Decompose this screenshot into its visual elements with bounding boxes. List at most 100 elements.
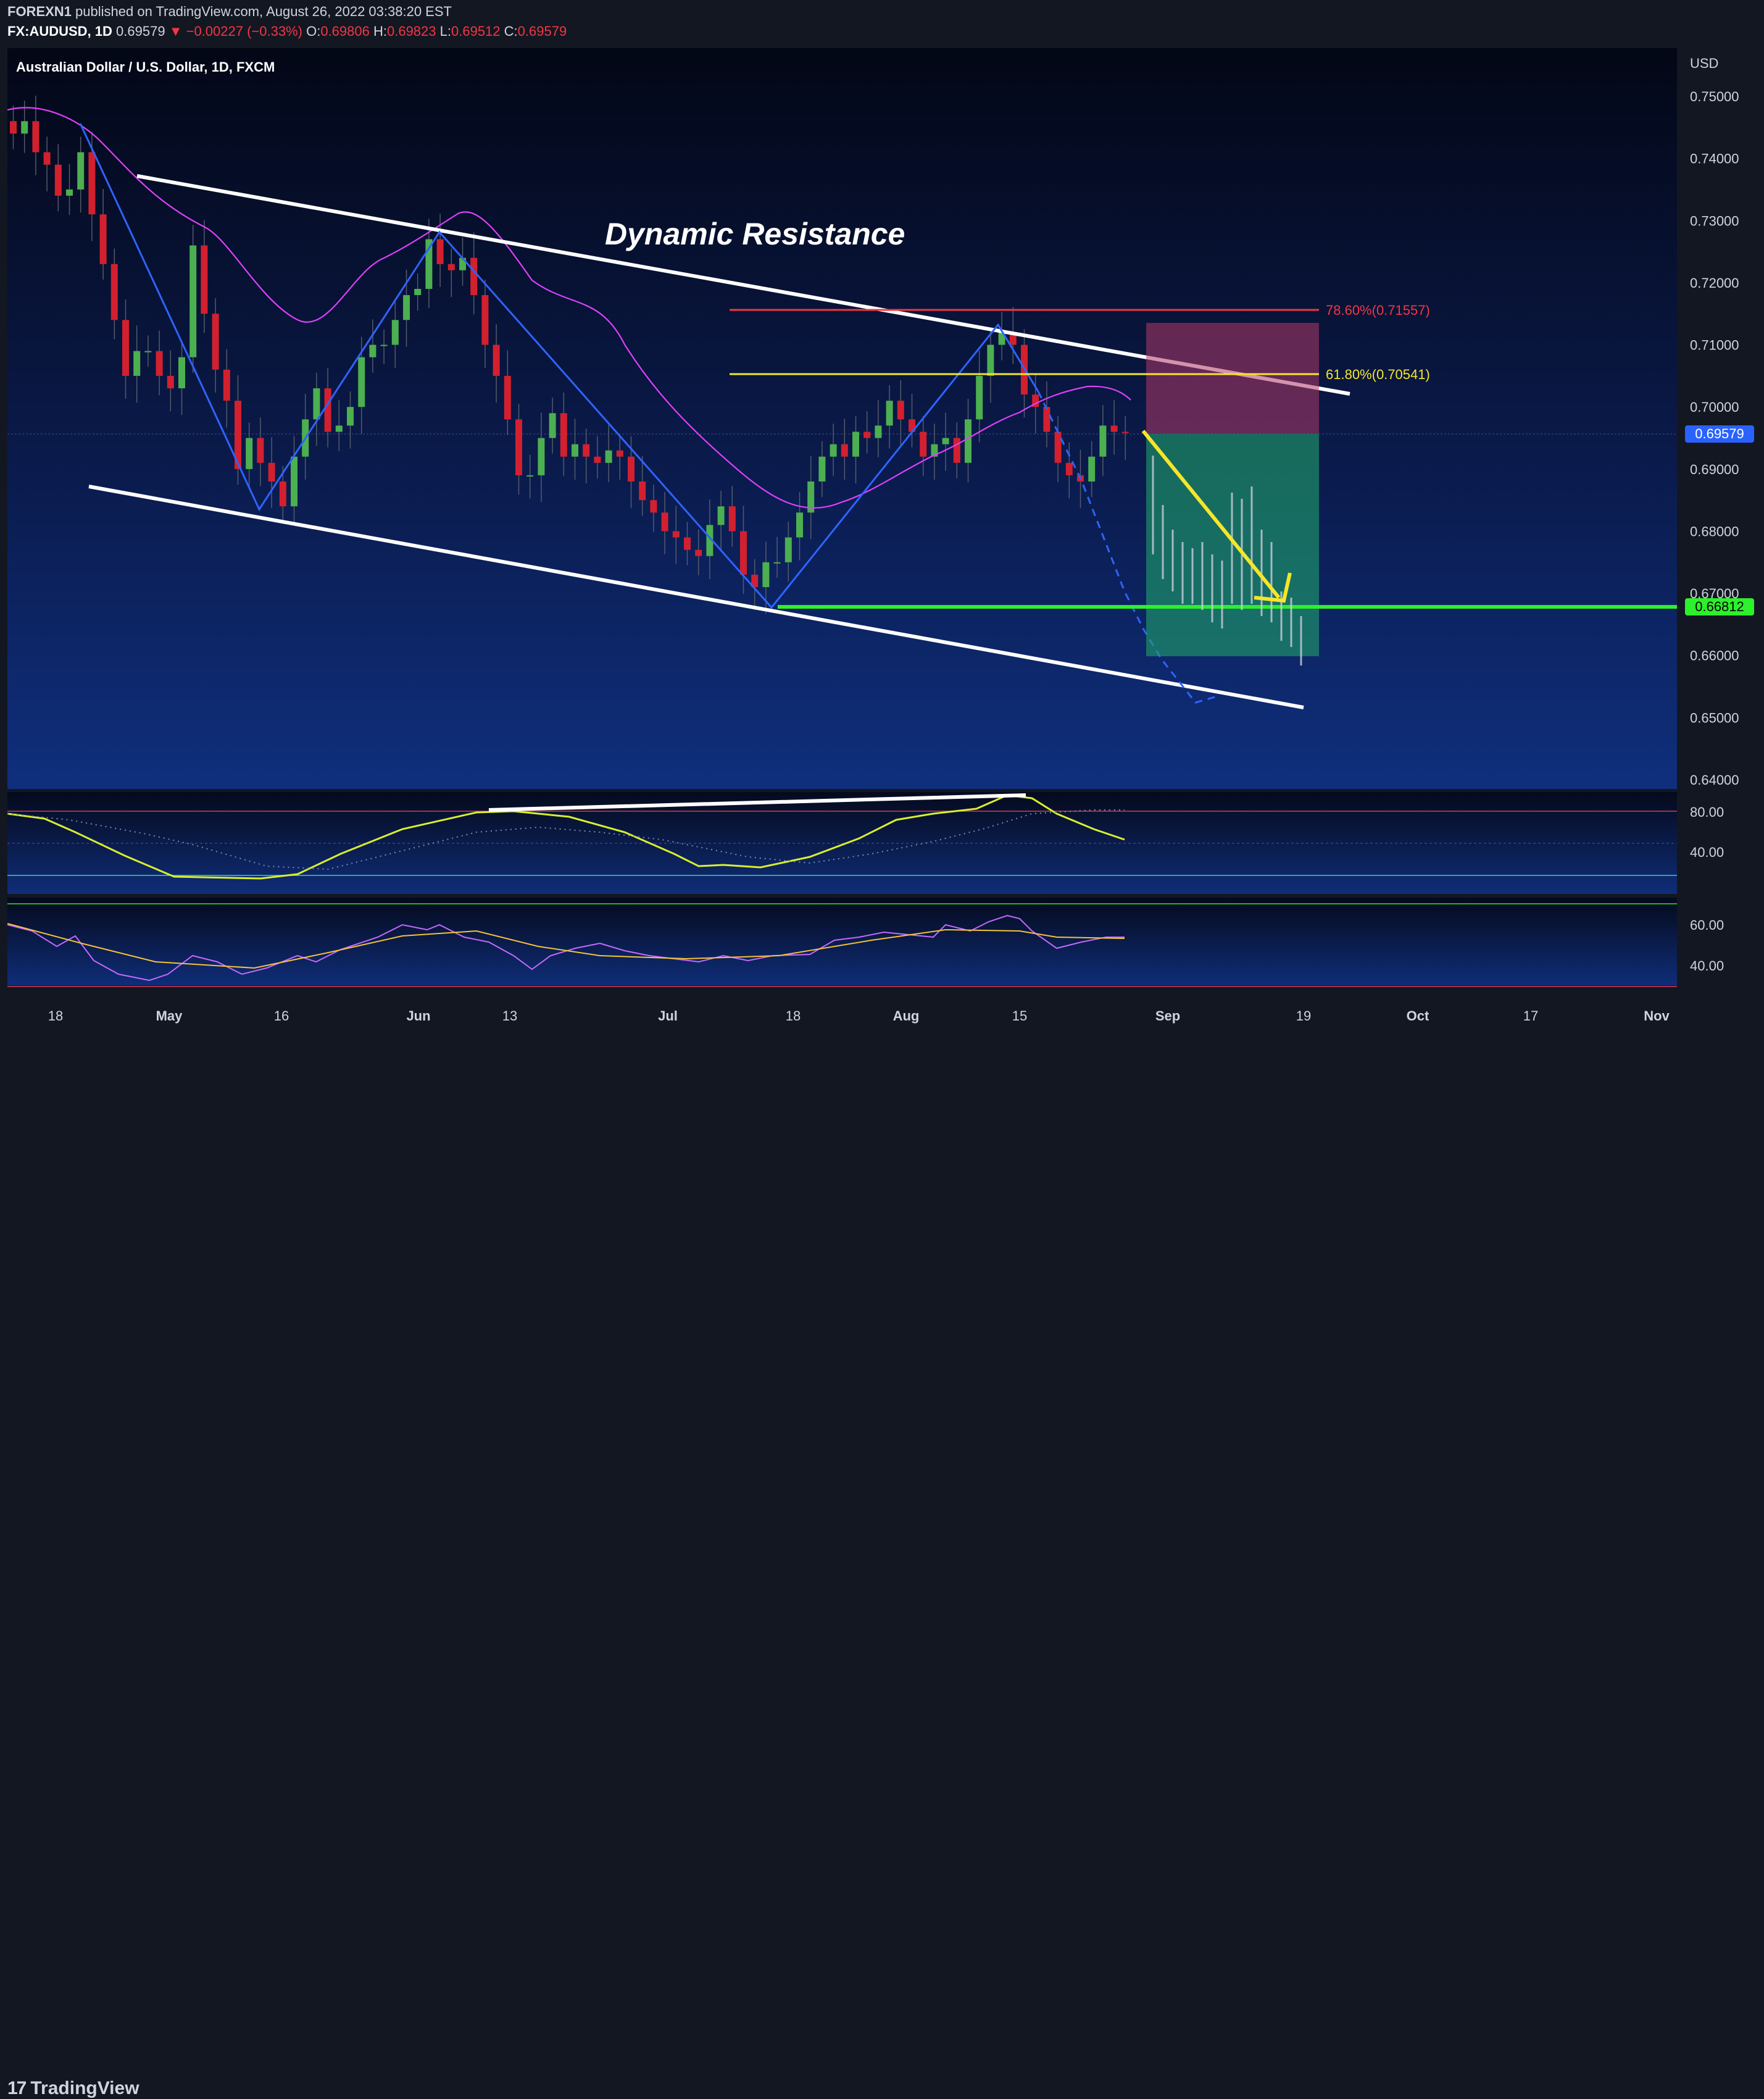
candle-body [313, 388, 320, 420]
high-label: H: [373, 23, 387, 39]
main-pane[interactable]: Australian Dollar / U.S. Dollar, 1D, FXC… [7, 48, 1677, 789]
time-tick: Oct [1407, 1008, 1429, 1024]
candle-body [695, 549, 702, 556]
candle-body [380, 344, 388, 346]
candle-body [572, 444, 578, 457]
time-tick: Aug [893, 1008, 920, 1024]
candle-body [110, 264, 118, 320]
publish-info: FOREXN1 published on TradingView.com, Au… [7, 4, 452, 20]
candle-body [167, 375, 174, 388]
osc1-tick: 40.00 [1690, 845, 1724, 860]
candle-body [481, 295, 489, 345]
published-text: published on TradingView.com, August 26,… [75, 4, 452, 19]
price-tick: 0.74000 [1690, 151, 1739, 167]
candle-body [32, 121, 40, 152]
candle-body [549, 413, 556, 438]
candle-body [717, 506, 725, 525]
price-tick: 0.72000 [1690, 275, 1739, 291]
price-axis[interactable]: USD 0.75000 0.74000 0.73000 0.72000 0.71000 0… [1677, 48, 1759, 1036]
candle-body [212, 314, 219, 370]
time-axis[interactable]: 18 May 16 Jun 13 Jul 18 Aug 15 Sep 19 Oct 17 Nov [48, 1008, 1670, 1024]
candle-body [1110, 425, 1118, 432]
chart-frame[interactable]: Australian Dollar / U.S. Dollar, 1D, FXC… [7, 48, 1759, 1036]
tradingview-logo[interactable]: 17 TradingView [7, 2078, 139, 2099]
candle-body [66, 189, 73, 196]
candle-body [223, 369, 230, 401]
candle-body [178, 357, 185, 388]
time-tick: 17 [1523, 1008, 1538, 1024]
candle-body [447, 264, 455, 270]
candle-body [88, 152, 96, 215]
price-tick: 0.64000 [1690, 772, 1739, 788]
price-tick: 0.70000 [1690, 399, 1739, 415]
candle-body [953, 438, 960, 463]
price-tick: 0.75000 [1690, 89, 1739, 104]
time-tick: May [156, 1008, 183, 1024]
candle-body [897, 401, 904, 420]
candle-body [728, 506, 736, 532]
candle-body [762, 562, 770, 588]
target-price-value: 0.66812 [1695, 599, 1744, 614]
candle-body [493, 344, 500, 376]
currency-label: USD [1690, 56, 1718, 71]
price-tick: 0.69000 [1690, 462, 1739, 477]
candle-body [875, 425, 882, 438]
change-value: −0.00227 (−0.33%) [186, 23, 302, 39]
pane-separator-2 [7, 894, 1677, 898]
candle-body [672, 531, 680, 538]
candle-body [156, 351, 163, 376]
candle-body [201, 245, 208, 314]
oscillator-pane-1[interactable]: 80.00 40.00 [7, 792, 1724, 894]
candle-body [684, 537, 691, 550]
open-label: O: [306, 23, 321, 39]
price-tick: 0.71000 [1690, 338, 1739, 353]
osc2-tick: 60.00 [1690, 917, 1724, 933]
oscillator-pane-2[interactable]: 60.00 40.00 [7, 898, 1724, 987]
candle-body [650, 500, 657, 513]
candle-body [639, 481, 646, 501]
publisher-name[interactable]: FOREXN1 [7, 4, 72, 19]
time-tick: Sep [1155, 1008, 1180, 1024]
candle-body [1065, 462, 1073, 475]
close-value: 0.69579 [517, 23, 567, 39]
candle-body [99, 214, 107, 264]
candle-body [841, 444, 848, 457]
time-tick: Jun [406, 1008, 430, 1024]
candle-body [133, 351, 141, 376]
candle-body [661, 512, 668, 532]
open-value: 0.69806 [320, 23, 370, 39]
tradingview-logo-icon: 17 [7, 2078, 27, 2098]
main-pane-background [7, 48, 1677, 789]
candle-body [425, 239, 433, 289]
fib-786-label: 78.60%(0.71557) [1326, 303, 1430, 318]
candle-body [830, 444, 837, 457]
time-tick: Jul [658, 1008, 678, 1024]
candle-body [1121, 432, 1129, 433]
candle-body [987, 344, 994, 376]
stop-loss-zone[interactable] [1146, 323, 1319, 434]
candle-body [257, 438, 264, 463]
candle-body [796, 512, 803, 538]
high-value: 0.69823 [386, 23, 436, 39]
candle-body [122, 320, 129, 376]
time-tick: 18 [786, 1008, 801, 1024]
time-tick: Nov [1644, 1008, 1670, 1024]
candle-body [818, 456, 826, 482]
candle-body [538, 438, 545, 475]
candle-body [976, 375, 983, 420]
time-tick: 18 [48, 1008, 63, 1024]
candle-body [560, 413, 567, 457]
candle-body [21, 121, 28, 134]
candle-body [605, 450, 612, 463]
osc1-tick: 80.00 [1690, 804, 1724, 820]
brand-name: TradingView [30, 2078, 139, 2098]
price-axis-background [1677, 48, 1759, 1036]
candle-body [268, 462, 275, 482]
candle-body [347, 407, 354, 426]
candle-body [144, 351, 152, 353]
candle-body [942, 438, 949, 444]
low-value: 0.69512 [451, 23, 501, 39]
instrument-title: Australian Dollar / U.S. Dollar, 1D, FXC… [16, 59, 275, 75]
chart-svg[interactable]: Australian Dollar / U.S. Dollar, 1D, FXC… [7, 48, 1759, 1036]
symbol-label[interactable]: FX:AUDUSD, 1D [7, 23, 112, 39]
